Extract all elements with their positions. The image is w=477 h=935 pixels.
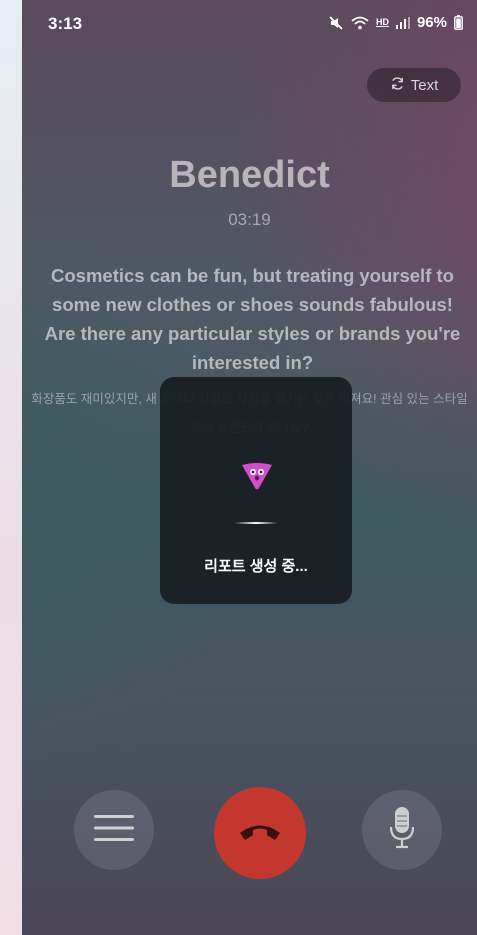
microphone-button[interactable] <box>362 790 442 870</box>
signal-icon <box>395 16 410 29</box>
report-loading-overlay: 리포트 생성 중... <box>160 377 352 604</box>
text-toggle-label: Text <box>410 76 439 94</box>
loading-indicator <box>234 522 278 524</box>
phone-hangup-icon <box>237 820 283 847</box>
end-call-button[interactable] <box>214 787 306 879</box>
overlay-label: 리포트 생성 중... <box>204 558 308 575</box>
menu-button[interactable] <box>74 790 154 870</box>
mascot-icon <box>240 461 274 491</box>
microphone-icon <box>388 806 416 855</box>
transcript-english: Cosmetics can be fun, but treating yours… <box>44 265 461 373</box>
menu-icon <box>94 813 134 848</box>
call-timer: 03:19 <box>228 210 271 229</box>
call-screen: 3:13 HD 96% Text Benedict 03:19 Cosmetic… <box>22 0 477 935</box>
battery-icon <box>454 15 463 30</box>
hd-badge: HD <box>375 17 389 27</box>
status-icons: HD 96% <box>328 14 463 31</box>
text-mode-toggle[interactable]: Text <box>367 68 461 102</box>
battery-percent: 96% <box>416 14 447 31</box>
refresh-icon <box>390 76 405 95</box>
caller-name: Benedict <box>169 154 330 196</box>
mute-icon <box>328 15 344 31</box>
wifi-icon <box>351 16 369 30</box>
status-bar: 3:13 HD 96% <box>22 0 477 46</box>
status-time: 3:13 <box>48 14 83 33</box>
